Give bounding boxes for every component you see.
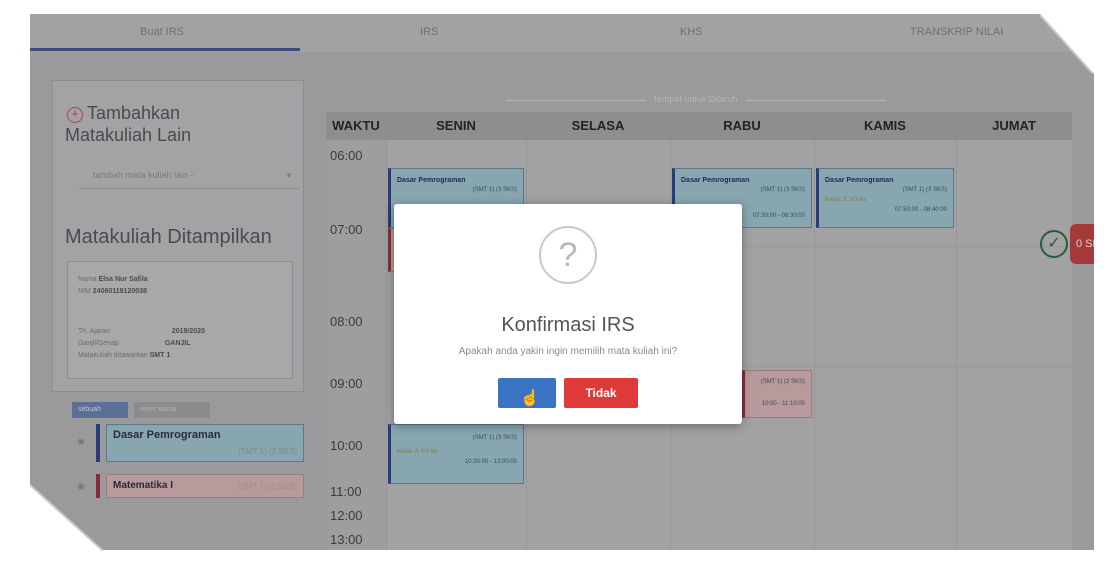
window-frame: Buat IRS IRS KHS TRANSKRIP NILAI + Tamba… (0, 0, 1120, 563)
caret-down-icon: ▼ (285, 171, 293, 180)
time-label: 09:00 (330, 376, 363, 391)
tab-irs[interactable]: IRS (420, 26, 438, 38)
slot-class: Kelas: E 3/3 kls (825, 197, 867, 203)
student-info-box: Nama Elsa Nur Safila NIM 24060119120038 … (67, 261, 293, 379)
tahun-ajaran-value: 2019/2020 (171, 328, 205, 335)
slot-semester: (SMT 1) (3 SKS) (472, 435, 517, 441)
drop-hint: tempat untuk Ditaruh (506, 94, 886, 106)
slot-time: 10:00 - 11:10:00 (761, 401, 805, 407)
dialog-message: Apakah anda yakin ingin memilih mata kul… (458, 346, 678, 357)
eye-icon[interactable]: ◉ (72, 477, 90, 495)
reset-color-label: reset warna (140, 406, 177, 413)
course-meta: (SMT 1) (2 SKS) (238, 482, 297, 491)
day-column-jumat[interactable] (956, 140, 1072, 550)
tab-transkrip-nilai[interactable]: TRANSKRIP NILAI (910, 26, 1003, 38)
course-select[interactable]: tambah mata kuliah lain - ▼ (79, 161, 299, 189)
sks-badge[interactable]: 0 SK (1070, 224, 1094, 264)
dialog-title: Konfirmasi IRS (501, 314, 635, 336)
header-rabu: RABU (670, 112, 814, 140)
time-label: 10:00 (330, 438, 363, 453)
slot-title: Dasar Pemrograman (397, 177, 466, 184)
question-icon: ? (539, 226, 597, 284)
time-label: 13:00 (330, 532, 363, 547)
show-all-button[interactable]: sebuah (72, 402, 128, 418)
course-color-bar (96, 474, 100, 498)
header-kamis: KAMIS (814, 112, 956, 140)
slot-time: 07:50:00 - 08:40:00 (894, 207, 947, 213)
sks-badge-text: 0 SK (1076, 238, 1094, 250)
course-item[interactable]: ◉ Matematika I (SMT 1) (2 SKS) (72, 474, 304, 498)
nama-value: Elsa Nur Safila (98, 276, 148, 283)
tahun-ajaran-label: Th. Ajaran (78, 328, 110, 335)
course-meta: (SMT 1) (3 SKS) (238, 447, 297, 456)
header-waktu: WAKTU (326, 112, 386, 140)
slot-class: Kelas: A 3/3 kls (397, 449, 438, 455)
slot-title: Dasar Pemrograman (825, 177, 894, 184)
nama-label: Nama (78, 276, 97, 283)
slot-semester: (SMT 1) (3 SKS) (902, 187, 947, 193)
course-item[interactable]: ◉ Dasar Pemrograman (SMT 1) (3 SKS) (72, 424, 304, 462)
slot-time: 10:30:00 - 13:00:00 (464, 459, 517, 465)
time-label: 06:00 (330, 148, 363, 163)
schedule-slot[interactable]: (SMT 1) (2 SKS) 10:00 - 11:10:00 (742, 370, 812, 418)
reset-color-button[interactable]: reset warna (134, 402, 210, 418)
time-label: 12:00 (330, 508, 363, 523)
time-label: 08:00 (330, 314, 363, 329)
course-name: Matematika I (113, 480, 174, 491)
header-senin: SENIN (386, 112, 526, 140)
left-panel: + Tambahkan Matakuliah Lain tambah mata … (52, 80, 304, 392)
course-name: Dasar Pemrograman (113, 429, 221, 441)
slot-semester: (SMT 1) (3 SKS) (760, 187, 805, 193)
top-tab-bar: Buat IRS IRS KHS TRANSKRIP NILAI (30, 14, 1094, 52)
slot-time: 07:30:00 - 08:30:00 (752, 213, 805, 219)
header-jumat: JUMAT (956, 112, 1072, 140)
plus-circle-icon[interactable]: + (67, 107, 83, 123)
add-course-title: Tambahkan (87, 103, 181, 123)
slot-title: Dasar Pemrograman (681, 177, 750, 184)
time-label: 11:00 (330, 484, 362, 499)
eye-icon[interactable]: ◉ (72, 432, 90, 450)
course-color-bar (96, 424, 100, 462)
mk-ditawarkan-value: SMT 1 (149, 352, 171, 359)
mk-ditawarkan-label: Matakuliah ditawarkan (78, 352, 148, 359)
course-card[interactable]: Dasar Pemrograman (SMT 1) (3 SKS) (106, 424, 304, 462)
slot-semester: (SMT 1) (2 SKS) (760, 379, 805, 385)
confirm-dialog: ? Konfirmasi IRS Apakah anda yakin ingin… (394, 204, 742, 424)
time-label: 07:00 (330, 222, 363, 237)
schedule-slot[interactable]: Dasar Pemrograman (SMT 1) (3 SKS) Kelas:… (816, 168, 954, 228)
course-card[interactable]: Matematika I (SMT 1) (2 SKS) (106, 474, 304, 498)
active-tab-indicator (30, 48, 300, 51)
schedule-slot[interactable]: (SMT 1) (3 SKS) Kelas: A 3/3 kls 10:30:0… (388, 424, 524, 484)
check-circle-icon[interactable]: ✓ (1040, 230, 1068, 258)
add-course-title-line2: Matakuliah Lain (65, 125, 192, 145)
confirm-yes-button[interactable]: ☝ (498, 378, 556, 408)
show-all-label: sebuah (78, 406, 101, 413)
tab-khs[interactable]: KHS (680, 26, 703, 38)
slot-semester: (SMT 1) (3 SKS) (472, 187, 517, 193)
hand-cursor-icon: ☝ (520, 390, 540, 407)
tab-buat-irs[interactable]: Buat IRS (140, 26, 184, 38)
course-select-placeholder: tambah mata kuliah lain - (93, 170, 194, 180)
ganjil-genap-label: Ganjil/Genap (78, 340, 119, 347)
nim-value: 24060119120038 (92, 288, 147, 295)
shown-courses-title: Matakuliah Ditampilkan (65, 226, 272, 248)
app-screen: Buat IRS IRS KHS TRANSKRIP NILAI + Tamba… (30, 14, 1094, 550)
ganjil-genap-value: GANJIL (164, 340, 191, 347)
header-selasa: SELASA (526, 112, 670, 140)
confirm-no-button[interactable]: Tidak (564, 378, 638, 408)
nim-label: NIM (78, 288, 91, 295)
drop-hint-text: tempat untuk Ditaruh (646, 94, 746, 104)
